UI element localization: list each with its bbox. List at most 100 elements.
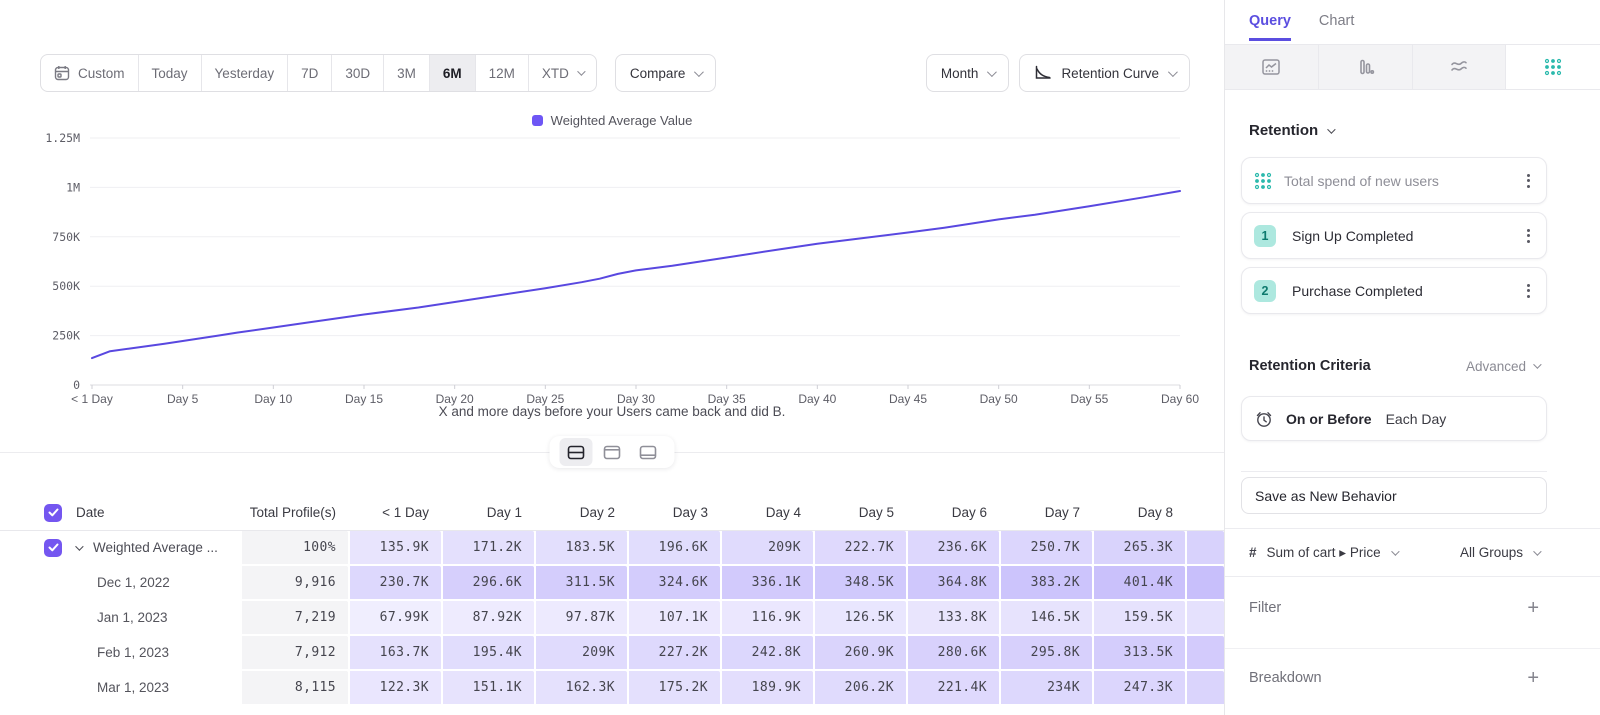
criteria-period[interactable]: Each Day xyxy=(1386,411,1447,427)
main-panel: CustomTodayYesterday7D30D3M6M12MXTD Comp… xyxy=(0,0,1224,715)
range-button-7d[interactable]: 7D xyxy=(288,55,332,91)
filter-section: Filter + xyxy=(1249,598,1539,618)
legend-label: Weighted Average Value xyxy=(551,113,693,128)
tab-retention-icon[interactable] xyxy=(1506,45,1600,89)
y-tick-label: 1M xyxy=(66,180,80,194)
expand-chevron-icon[interactable] xyxy=(75,542,83,550)
retention-value-cell: 135.9K xyxy=(348,531,441,566)
chart-type-dropdown[interactable]: Retention Curve xyxy=(1019,54,1190,92)
view-toggle-panel-top-icon[interactable] xyxy=(596,438,629,466)
range-button-3m[interactable]: 3M xyxy=(384,55,430,91)
retention-table: DateTotal Profile(s)< 1 DayDay 1Day 2Day… xyxy=(0,495,1224,706)
number-measure-icon: # xyxy=(1249,545,1257,560)
view-toggle-split-rows-icon[interactable] xyxy=(560,438,593,466)
column-header: Day 1 xyxy=(441,505,534,520)
retention-line-chart: 0250K500K750K1M1.25M< 1 DayDay 5Day 10Da… xyxy=(0,130,1224,410)
retention-value-cell: 348.5K xyxy=(813,566,906,601)
tab-query[interactable]: Query xyxy=(1249,0,1291,41)
divider xyxy=(1225,576,1600,577)
table-row[interactable]: Jan 1, 20237,21967.99K87.92K97.87K107.1K… xyxy=(0,601,1224,636)
retention-value-cell: 195.4K xyxy=(441,636,534,671)
retention-value-cell: 133.8K xyxy=(906,601,999,636)
retention-value-cell: 175.2K xyxy=(627,671,720,706)
view-toggle-panel-bottom-icon[interactable] xyxy=(632,438,665,466)
table-body: Weighted Average ...100%135.9K171.2K183.… xyxy=(0,531,1224,706)
y-tick-label: 1.25M xyxy=(45,131,80,145)
range-button-12m[interactable]: 12M xyxy=(476,55,529,91)
kebab-menu-icon[interactable] xyxy=(1523,279,1534,303)
sidebar-tabs: Query Chart xyxy=(1249,0,1354,41)
tab-funnels-icon[interactable] xyxy=(1319,45,1413,89)
retention-value-cell: 107.1K xyxy=(627,601,720,636)
tab-flows-icon[interactable] xyxy=(1413,45,1507,89)
table-row[interactable]: Feb 1, 20237,912163.7K195.4K209K227.2K24… xyxy=(0,636,1224,671)
range-button-today[interactable]: Today xyxy=(139,55,202,91)
chart-legend: Weighted Average Value xyxy=(0,113,1224,128)
kebab-menu-icon[interactable] xyxy=(1523,169,1534,193)
range-button-custom[interactable]: Custom xyxy=(41,55,139,91)
retention-value-cell-partial xyxy=(1185,531,1224,566)
column-header: Day 4 xyxy=(720,505,813,520)
step-card-2[interactable]: 2 Purchase Completed xyxy=(1241,267,1547,314)
retention-value-cell: 126.5K xyxy=(813,601,906,636)
tab-insights-icon[interactable] xyxy=(1225,45,1319,89)
table-row[interactable]: Dec 1, 20229,916230.7K296.6K311.5K324.6K… xyxy=(0,566,1224,601)
checkbox[interactable] xyxy=(44,539,62,557)
chevron-down-icon xyxy=(1327,125,1335,133)
granularity-label: Month xyxy=(941,66,979,81)
series-line xyxy=(92,191,1180,358)
add-breakdown-button[interactable]: + xyxy=(1527,668,1539,688)
retention-value-cell: 401.4K xyxy=(1092,566,1185,601)
retention-value-cell: 97.87K xyxy=(534,601,627,636)
step-number-badge: 1 xyxy=(1254,225,1276,247)
date-cell: Weighted Average ... xyxy=(0,531,240,566)
table-row[interactable]: Mar 1, 20238,115122.3K151.1K162.3K175.2K… xyxy=(0,671,1224,706)
checkbox[interactable] xyxy=(44,504,62,522)
chevron-down-icon xyxy=(1533,547,1541,555)
column-header: Day 8 xyxy=(1092,505,1185,520)
analysis-type-tabs xyxy=(1225,44,1600,90)
retention-value-cell: 87.92K xyxy=(441,601,534,636)
kebab-menu-icon[interactable] xyxy=(1523,224,1534,248)
behavior-card[interactable]: Total spend of new users xyxy=(1241,157,1547,204)
add-filter-button[interactable]: + xyxy=(1527,598,1539,618)
retention-value-cell-partial xyxy=(1185,566,1224,601)
save-as-new-behavior-button[interactable]: Save as New Behavior xyxy=(1241,477,1547,514)
range-button-6m[interactable]: 6M xyxy=(430,55,476,91)
divider xyxy=(1225,648,1600,649)
step-number-badge: 2 xyxy=(1254,280,1276,302)
y-tick-label: 500K xyxy=(52,279,80,293)
column-header: Day 6 xyxy=(906,505,999,520)
retention-value-cell: 146.5K xyxy=(999,601,1092,636)
measure-property-dropdown[interactable]: Sum of cart ▸ Price xyxy=(1267,545,1381,561)
table-row[interactable]: Weighted Average ...100%135.9K171.2K183.… xyxy=(0,531,1224,566)
behavior-title: Total spend of new users xyxy=(1284,173,1439,189)
breakdown-label: Breakdown xyxy=(1249,670,1322,686)
retention-value-cell: 311.5K xyxy=(534,566,627,601)
total-profiles-cell: 7,912 xyxy=(240,636,348,671)
retention-value-cell: 296.6K xyxy=(441,566,534,601)
criteria-condition: On or Before xyxy=(1286,411,1372,427)
granularity-dropdown[interactable]: Month xyxy=(926,54,1010,92)
retention-value-cell-partial xyxy=(1185,671,1224,706)
query-sidebar: Query Chart Retention Total spend of new… xyxy=(1224,0,1600,715)
breakdown-section: Breakdown + xyxy=(1249,668,1539,688)
calendar-icon xyxy=(54,65,70,81)
retention-value-cell: 295.8K xyxy=(999,636,1092,671)
column-header-date: Date xyxy=(0,504,240,522)
tab-chart[interactable]: Chart xyxy=(1319,0,1354,41)
groups-dropdown[interactable]: All Groups xyxy=(1460,545,1523,560)
compare-button[interactable]: Compare xyxy=(615,54,717,92)
retention-value-cell: 247.3K xyxy=(1092,671,1185,706)
range-button-xtd[interactable]: XTD xyxy=(529,55,596,91)
criteria-card[interactable]: On or Before Each Day xyxy=(1241,396,1547,441)
criteria-mode-dropdown[interactable]: Advanced xyxy=(1466,359,1539,374)
table-header-row: DateTotal Profile(s)< 1 DayDay 1Day 2Day… xyxy=(0,495,1224,531)
filter-label: Filter xyxy=(1249,600,1281,616)
total-profiles-cell: 8,115 xyxy=(240,671,348,706)
report-type-dropdown[interactable]: Retention xyxy=(1249,122,1333,139)
range-button-30d[interactable]: 30D xyxy=(332,55,384,91)
step-card-1[interactable]: 1 Sign Up Completed xyxy=(1241,212,1547,259)
range-button-yesterday[interactable]: Yesterday xyxy=(202,55,289,91)
chevron-down-icon xyxy=(987,67,997,77)
